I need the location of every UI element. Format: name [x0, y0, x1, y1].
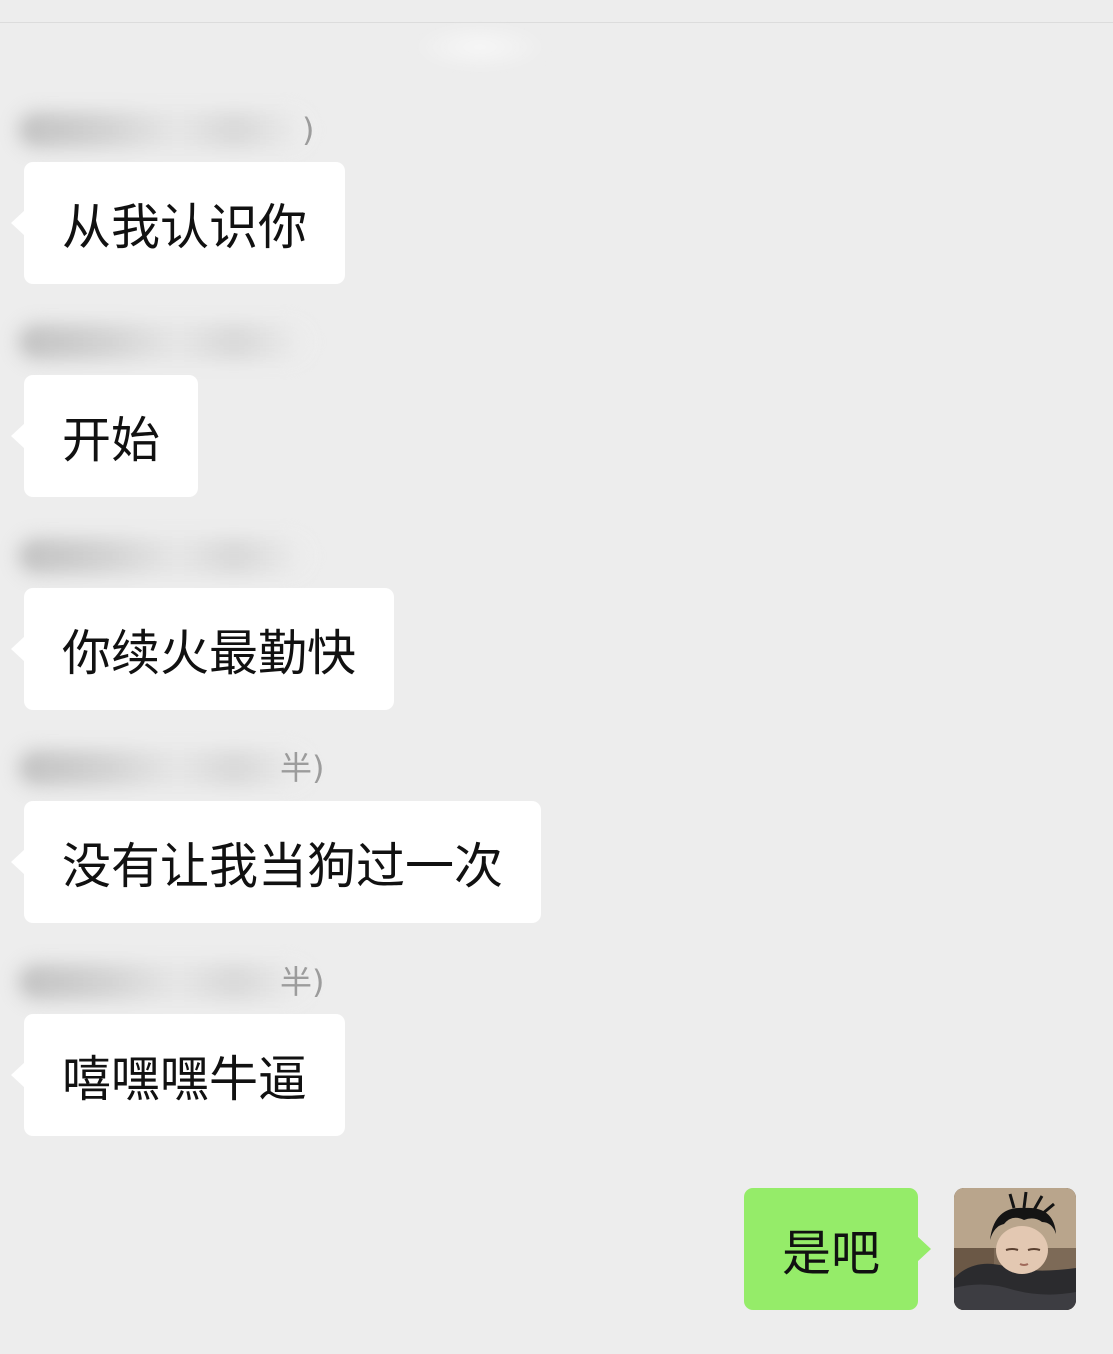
avatar[interactable] [954, 1188, 1076, 1310]
bubble-tail [917, 1236, 931, 1262]
blurred-name [18, 112, 308, 148]
avatar-photo [954, 1188, 1076, 1310]
incoming-message-bubble[interactable]: 没有让我当狗过一次 [11, 801, 542, 923]
sender-name-suffix: ⁠半) [280, 749, 325, 787]
blurred-name [18, 538, 308, 574]
incoming-message-bubble[interactable]: 你续火最勤快 [11, 588, 395, 710]
bubble-tail [11, 423, 25, 449]
message-text: 开始 [62, 411, 161, 469]
message-text: 是吧 [781, 1224, 880, 1282]
incoming-message-bubble[interactable]: 从我认识你 [11, 162, 346, 284]
bubble-tail [11, 1062, 25, 1088]
sender-name-suffix: ) [302, 111, 315, 149]
incoming-message-bubble[interactable]: 嘻嘿嘿牛逼 [11, 1014, 346, 1136]
sender-name-blurred [10, 534, 330, 580]
bubble-tail [11, 636, 25, 662]
outgoing-message-bubble[interactable]: 是吧 [744, 1188, 931, 1310]
message-text: 你续火最勤快 [62, 624, 357, 682]
blurred-name [18, 964, 308, 1000]
bubble-tail [11, 210, 25, 236]
sender-name-blurred: ) [10, 108, 330, 154]
sender-name-suffix: 半) [280, 963, 325, 1001]
message-text: 嘻嘿嘿牛逼 [62, 1050, 308, 1108]
top-bar [0, 0, 1113, 23]
blurred-header-text [410, 22, 550, 72]
chat-screen: ) 从我认识你 开始 你续火最勤快 ⁠半) 没有让我当狗过一次 半) 嘻嘿嘿牛逼 [0, 0, 1113, 1354]
blurred-name [18, 750, 308, 786]
sender-name-blurred: 半) [10, 960, 330, 1006]
bubble-tail [11, 849, 25, 875]
blurred-name [18, 324, 308, 360]
incoming-message-bubble[interactable]: 开始 [11, 375, 199, 497]
message-text: 没有让我当狗过一次 [62, 837, 504, 895]
message-text: 从我认识你 [62, 198, 308, 256]
sender-name-blurred [10, 320, 330, 366]
sender-name-blurred: ⁠半) [10, 746, 330, 792]
